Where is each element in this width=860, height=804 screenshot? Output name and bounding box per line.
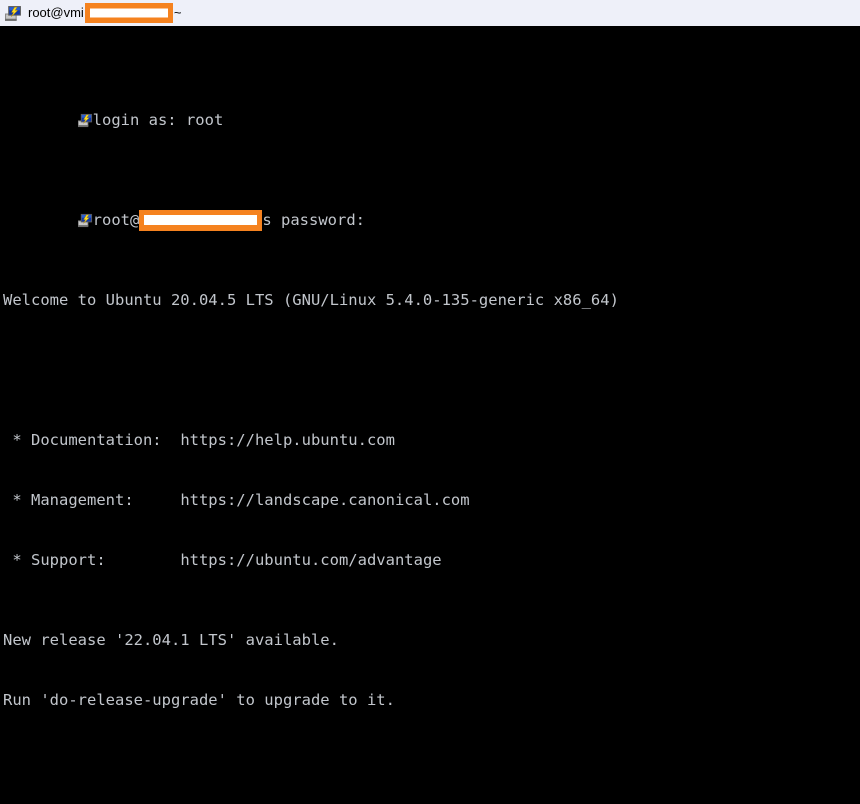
motd-link-support-label: * Support:: [3, 551, 181, 569]
motd-link-documentation-url: https://help.ubuntu.com: [180, 431, 395, 449]
window-title-suffix: ~: [173, 5, 182, 20]
redacted-hostname-title: [84, 3, 173, 23]
terminal-output[interactable]: login as: root root@ s password: Welcome…: [0, 26, 860, 804]
putty-terminal-window: root@vmi ~ login as: root root@ s passwo…: [0, 0, 860, 804]
do-release-upgrade-notice: Run 'do-release-upgrade' to upgrade to i…: [3, 691, 395, 709]
window-titlebar[interactable]: root@vmi ~: [0, 0, 860, 26]
motd-link-support-url: https://ubuntu.com/advantage: [180, 551, 442, 569]
terminal-line-login-as: login as: root: [3, 110, 860, 130]
motd-link-management-url: https://landscape.canonical.com: [180, 491, 470, 509]
motd-link-management: * Management: https://landscape.canonica…: [3, 490, 860, 510]
password-prompt-suffix: s password:: [262, 211, 365, 229]
new-release-notice: New release '22.04.1 LTS' available.: [3, 631, 339, 649]
login-as-text: login as: root: [92, 111, 224, 129]
window-title-prefix: root@vmi: [28, 5, 84, 20]
welcome-ubuntu-line: Welcome to Ubuntu 20.04.5 LTS (GNU/Linux…: [3, 291, 619, 309]
putty-computer-icon: [5, 5, 28, 22]
motd-link-documentation-label: * Documentation:: [3, 431, 181, 449]
terminal-line-password-prompt: root@ s password:: [3, 209, 860, 231]
motd-link-documentation: * Documentation: https://help.ubuntu.com: [3, 430, 860, 450]
putty-computer-icon: [3, 190, 93, 250]
redacted-hostname-password-line: [139, 209, 263, 231]
motd-link-management-label: * Management:: [3, 491, 181, 509]
motd-link-support: * Support: https://ubuntu.com/advantage: [3, 550, 860, 570]
password-prompt-prefix: root@: [92, 211, 140, 229]
putty-computer-icon: [3, 90, 93, 150]
